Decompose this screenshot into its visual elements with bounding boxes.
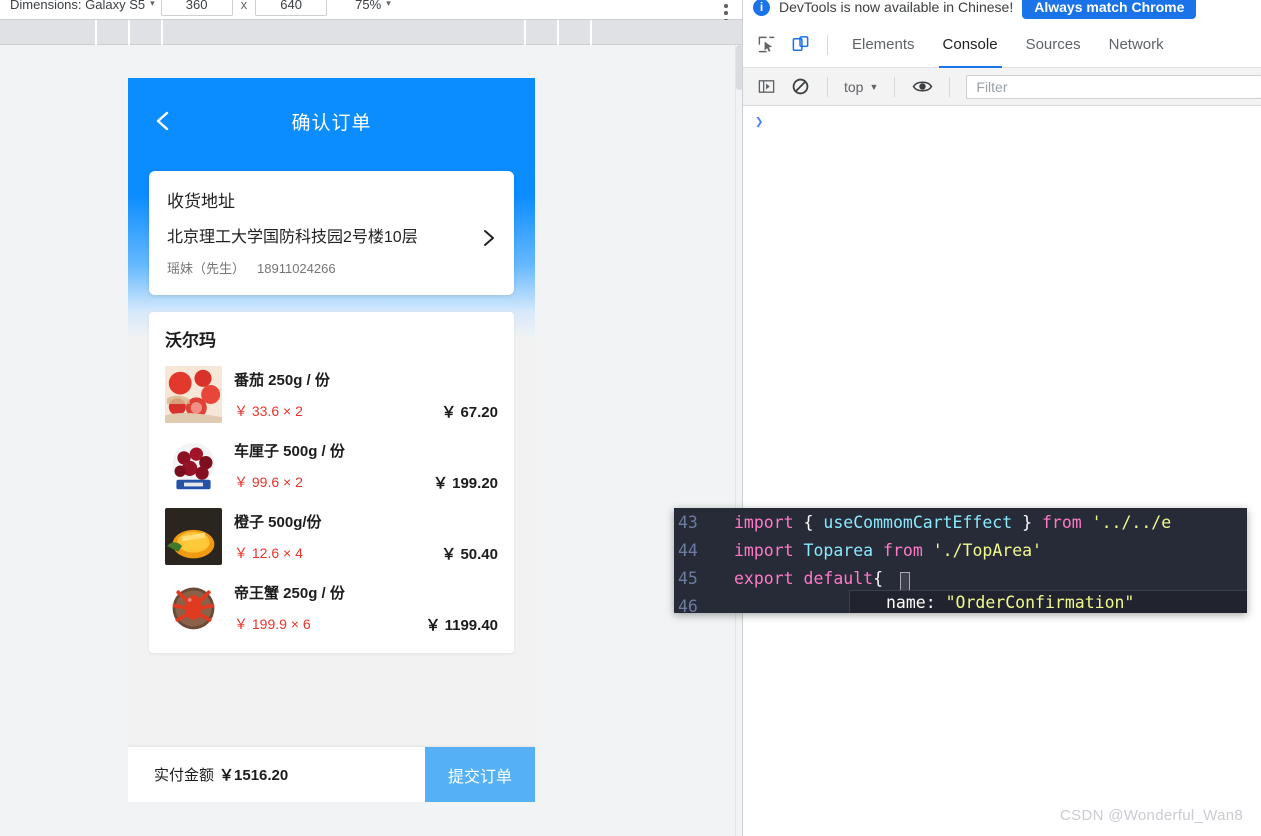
watermark: CSDN @Wonderful_Wan8: [1060, 807, 1243, 824]
device-zoom-label[interactable]: 75%: [355, 0, 381, 12]
device-emulation-pane: Dimensions: Galaxy S5 ▾ 360 x 640 75% ▾ …: [0, 0, 742, 836]
dimension-separator: x: [240, 0, 248, 12]
goods-info: 帝王蟹 250g / 份 ￥ 199.9 × 6: [222, 582, 425, 634]
code-snippet-overlay: 43 import { useCommomCartEffect } from '…: [674, 508, 1247, 613]
tab-sources[interactable]: Sources: [1012, 22, 1095, 68]
cherry-thumbnail: [165, 437, 222, 494]
store-name: 沃尔玛: [165, 331, 216, 350]
goods-info: 番茄 250g / 份 ￥ 33.6 × 2: [222, 369, 441, 421]
goods-row[interactable]: 帝王蟹 250g / 份 ￥ 199.9 × 6 ￥ 1199.40: [165, 572, 498, 643]
code-line: 44 import Toparea from './TopArea': [674, 536, 1247, 564]
app-header: 确认订单: [128, 78, 535, 164]
tab-elements[interactable]: Elements: [838, 22, 929, 68]
address-line: 北京理工大学国防科技园2号楼10层: [167, 229, 418, 246]
device-height-input[interactable]: 640: [255, 0, 328, 16]
address-heading: 收货地址: [167, 192, 235, 211]
pay-total-amount: ￥1516.20: [219, 767, 289, 784]
goods-line-total: ￥ 50.40: [441, 546, 498, 563]
console-sidebar-icon[interactable]: [749, 70, 783, 104]
chevron-left-icon[interactable]: [150, 108, 176, 134]
devtools-tabbar: Elements Console Sources Network: [743, 22, 1261, 68]
goods-line-total: ￥ 199.20: [432, 475, 498, 492]
orange-thumbnail: [165, 508, 222, 565]
info-icon: i: [753, 0, 770, 16]
store-goods-card: 沃尔玛 番茄 250g / 份 ￥ 33.6 × 2 ￥ 67.20 车厘子 5…: [149, 312, 514, 653]
address-contact: 瑶妹（先生） 18911024266: [167, 258, 496, 277]
console-prompt-icon[interactable]: ❯: [755, 114, 763, 130]
device-toolbar: Dimensions: Galaxy S5 ▾ 360 x 640 75% ▾: [0, 0, 742, 22]
submit-bar: 实付金额 ￥1516.20 提交订单: [128, 747, 535, 802]
toolbar-divider: [949, 76, 951, 97]
code-inner-panel: name: "OrderConfirmation": [849, 590, 1247, 613]
screenshot-root: Dimensions: Galaxy S5 ▾ 360 x 640 75% ▾ …: [0, 0, 1261, 836]
devtools-language-banner: i DevTools is now available in Chinese! …: [743, 0, 1261, 22]
goods-title: 帝王蟹 250g / 份: [234, 584, 345, 602]
goods-row[interactable]: 车厘子 500g / 份 ￥ 99.6 × 2 ￥ 199.20: [165, 430, 498, 501]
device-preset-caret-icon[interactable]: ▾: [150, 0, 155, 9]
shipping-address-card[interactable]: 收货地址 北京理工大学国防科技园2号楼10层 瑶妹（先生） 18911024266: [149, 171, 514, 295]
goods-row[interactable]: 橙子 500g/份 ￥ 12.6 × 4 ￥ 50.40: [165, 501, 498, 572]
toolbar-divider: [827, 34, 828, 55]
chevron-right-icon[interactable]: [478, 227, 500, 249]
pay-total: 实付金额 ￥1516.20: [128, 747, 425, 802]
toolbar-divider: [894, 76, 896, 97]
goods-unit-price: ￥ 99.6 × 2: [234, 473, 303, 490]
code-line-number: 43: [674, 512, 718, 532]
code-line-text: import { useCommomCartEffect } from '../…: [734, 512, 1172, 532]
goods-info: 橙子 500g/份 ￥ 12.6 × 4: [222, 511, 441, 563]
goods-unit-price: ￥ 199.9 × 6: [234, 615, 311, 632]
code-line-text: name: "OrderConfirmation": [886, 593, 1135, 612]
tomato-thumbnail: [165, 366, 222, 423]
goods-title: 车厘子 500g / 份: [234, 442, 345, 460]
devtools-panel: i DevTools is now available in Chinese! …: [742, 0, 1261, 836]
goods-row[interactable]: 番茄 250g / 份 ￥ 33.6 × 2 ￥ 67.20: [165, 359, 498, 430]
device-width-input[interactable]: 360: [160, 0, 233, 16]
kingcrab-thumbnail: [165, 579, 222, 636]
page-title: 确认订单: [291, 112, 372, 134]
live-expression-icon[interactable]: [905, 70, 939, 104]
toolbar-divider: [827, 76, 828, 97]
submit-order-button[interactable]: 提交订单: [425, 747, 535, 802]
chevron-down-icon: ▼: [869, 81, 879, 92]
console-context-selector[interactable]: top ▼: [838, 79, 884, 95]
device-toolbar-icon[interactable]: [783, 28, 817, 62]
code-line: 43 import { useCommomCartEffect } from '…: [674, 508, 1247, 536]
code-line-number: 44: [674, 540, 718, 560]
console-toolbar: top ▼ Filter: [743, 68, 1261, 106]
goods-unit-price: ￥ 33.6 × 2: [234, 402, 303, 419]
code-line-text: export default{: [734, 568, 884, 588]
device-preset-label[interactable]: Dimensions: Galaxy S5: [10, 0, 145, 12]
device-zoom-caret-icon[interactable]: ▾: [386, 0, 391, 9]
always-match-chrome-button[interactable]: Always match Chrome: [1022, 0, 1197, 19]
device-viewport: 确认订单 收货地址 北京理工大学国防科技园2号楼10层 瑶妹（先生） 189110…: [128, 78, 535, 802]
goods-title: 番茄 250g / 份: [234, 371, 330, 389]
goods-title: 橙子 500g/份: [234, 513, 322, 531]
tab-network[interactable]: Network: [1095, 22, 1178, 68]
console-context-label: top: [844, 78, 864, 95]
goods-info: 车厘子 500g / 份 ￥ 99.6 × 2: [222, 440, 433, 492]
tab-console[interactable]: Console: [929, 22, 1012, 68]
inspect-element-icon[interactable]: [749, 28, 783, 62]
code-line: 45 export default{: [674, 564, 1247, 592]
code-line-number: 45: [674, 568, 718, 588]
goods-line-total: ￥ 67.20: [441, 404, 498, 421]
code-line-number: 46: [674, 596, 718, 613]
clear-console-icon[interactable]: [783, 70, 817, 104]
page-scrollbar[interactable]: [735, 45, 742, 836]
goods-line-total: ￥ 1199.40: [425, 617, 498, 634]
contact-phone: 18911024266: [257, 260, 336, 276]
code-line-text: import Toparea from './TopArea': [734, 540, 1042, 560]
contact-name: 瑶妹（先生）: [167, 260, 246, 276]
pay-total-label: 实付金额: [154, 767, 215, 784]
console-output[interactable]: ❯: [743, 106, 1261, 836]
banner-message: DevTools is now available in Chinese!: [779, 0, 1014, 15]
console-filter-input[interactable]: Filter: [966, 74, 1261, 99]
device-ruler: [0, 20, 742, 45]
goods-unit-price: ￥ 12.6 × 4: [234, 544, 303, 561]
